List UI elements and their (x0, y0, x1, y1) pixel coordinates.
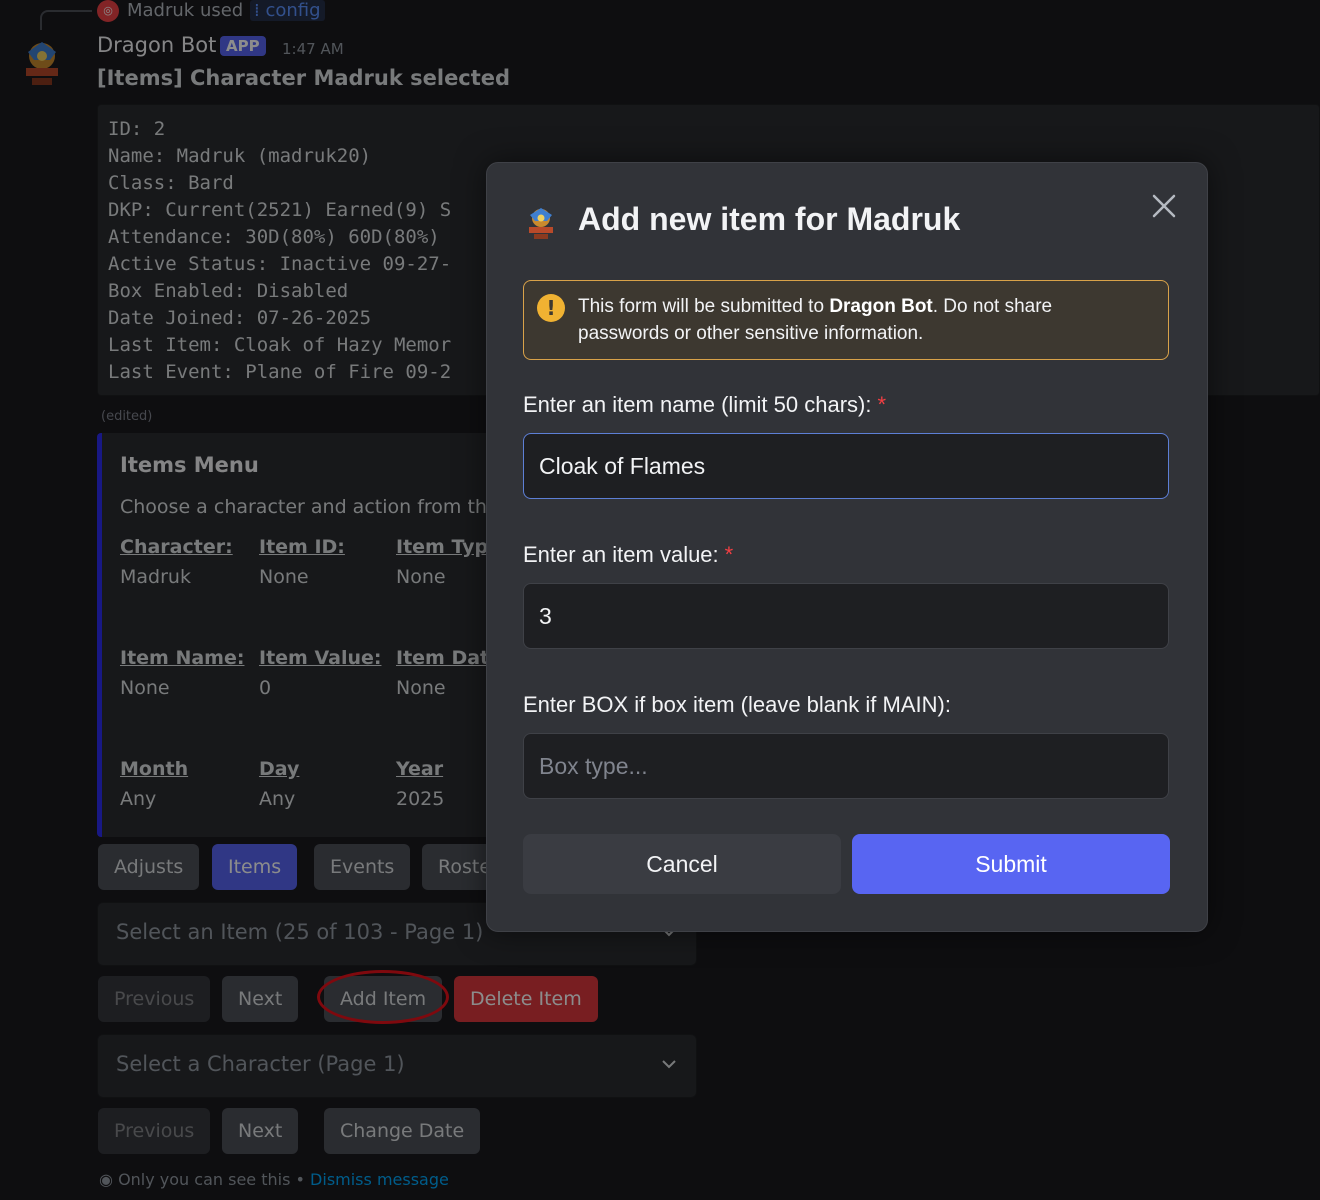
warning-icon: ! (537, 294, 565, 322)
required-asterisk: * (724, 542, 734, 567)
submit-button[interactable]: Submit (852, 834, 1170, 894)
item-name-input[interactable] (523, 433, 1169, 499)
close-icon[interactable] (1149, 191, 1179, 221)
modal-title: Add new item for Madruk (578, 201, 961, 237)
required-asterisk: * (877, 392, 887, 417)
add-item-modal: Add new item for Madruk ! This form will… (486, 162, 1208, 932)
warning-text: This form will be submitted to Dragon Bo… (578, 296, 1053, 344)
item-value-label: Enter an item value: * (523, 542, 734, 567)
cancel-button[interactable]: Cancel (523, 834, 841, 894)
bot-icon (529, 208, 553, 239)
box-type-input[interactable] (523, 733, 1169, 799)
box-type-label: Enter BOX if box item (leave blank if MA… (523, 692, 951, 717)
warning-banner: ! This form will be submitted to Dragon … (523, 280, 1169, 360)
item-value-input[interactable] (523, 583, 1169, 649)
item-name-label: Enter an item name (limit 50 chars): * (523, 392, 887, 417)
